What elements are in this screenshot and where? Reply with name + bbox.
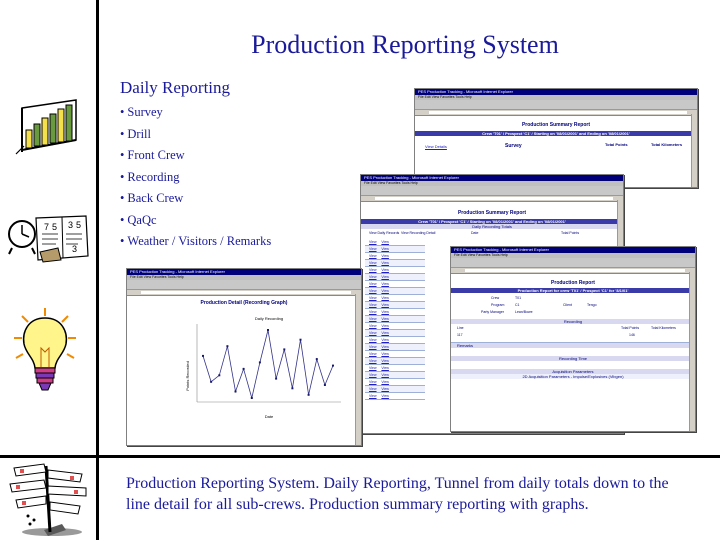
slide-title: Production Reporting System: [251, 30, 559, 59]
survey-section: Survey: [505, 143, 522, 149]
bottom-divider: [0, 455, 720, 458]
total-km-header: Total Kilometers: [651, 142, 683, 147]
table-row[interactable]: View View: [365, 323, 425, 330]
party-manager-value: Lean/Bowe: [515, 310, 533, 314]
table-row[interactable]: View View: [365, 281, 425, 288]
table-row[interactable]: View View: [365, 379, 425, 386]
graph-point: [226, 345, 229, 348]
scrollbar[interactable]: [691, 114, 697, 187]
kilometers-value: 146: [629, 333, 635, 337]
table-row[interactable]: View View: [365, 330, 425, 337]
address-bar: [127, 290, 361, 296]
table-row[interactable]: View View: [365, 365, 425, 372]
view-recording-detail-header: View Recording Detail: [401, 231, 436, 235]
total-points-header: Total Points: [561, 231, 580, 235]
graph-point: [283, 348, 286, 351]
table-row[interactable]: View View: [365, 288, 425, 295]
bullet-survey: • Survey: [120, 105, 163, 119]
svg-text:5: 5: [52, 222, 57, 232]
recording-graph-window: PES Production Tracking - Microsoft Inte…: [126, 268, 362, 446]
address-bar: [415, 110, 697, 116]
table-row[interactable]: View View: [365, 309, 425, 316]
line-value: 117: [457, 333, 463, 337]
daily-reporting-heading: Daily Reporting: [120, 78, 231, 97]
graph-point: [250, 397, 253, 399]
table-row[interactable]: View View: [365, 386, 425, 393]
table-row[interactable]: View View: [365, 239, 425, 246]
view-details-link[interactable]: View Details: [425, 144, 447, 149]
table-row[interactable]: View View: [365, 372, 425, 379]
graph-point: [323, 384, 326, 386]
table-row[interactable]: View View: [365, 351, 425, 358]
bullet-back-crew: • Back Crew: [120, 191, 184, 205]
browser-toolbar: [451, 258, 695, 268]
lightbulb-icon: [14, 308, 76, 391]
daily-rows: View View View View View View View View …: [365, 239, 425, 400]
graph-point: [258, 361, 261, 364]
total-points-header: Total Points: [605, 142, 628, 147]
table-row[interactable]: View View: [365, 267, 425, 274]
graph-point: [315, 358, 318, 361]
client-value: Tengo: [587, 303, 597, 307]
bullet-list: • Survey • Drill • Front Crew • Recording • B…: [120, 104, 271, 255]
bullet-qaqc: • QaQc: [120, 212, 157, 227]
svg-text:3: 3: [68, 220, 73, 230]
graph-point: [307, 393, 310, 396]
signpost-icon: [9, 463, 87, 536]
address-bar: [361, 196, 623, 202]
x-axis-label: Date: [265, 414, 274, 419]
crew-value: T01: [515, 296, 522, 300]
address-bar: [451, 268, 695, 274]
clock-book-icon: 7 5 3 5 3: [8, 215, 89, 263]
table-row[interactable]: View View: [365, 246, 425, 253]
program-value: C1: [515, 303, 520, 307]
table-row[interactable]: View View: [365, 344, 425, 351]
svg-text:7: 7: [44, 222, 49, 232]
bullet-drill: • Drill: [120, 126, 151, 141]
slide-caption: Production Reporting System. Daily Repor…: [126, 475, 669, 513]
recording-line-chart: Daily Recording Points Recorded Date: [185, 316, 341, 419]
bullet-recording: • Recording: [120, 169, 180, 184]
browser-toolbar: [127, 280, 361, 290]
graph-point: [332, 364, 334, 367]
graph-point: [242, 367, 245, 370]
table-row[interactable]: View View: [365, 337, 425, 344]
table-row[interactable]: View View: [365, 253, 425, 260]
graph-point: [275, 377, 278, 380]
table-row[interactable]: View View: [365, 295, 425, 302]
geo-params-band: 2D Acquisition Parameters - Impulse/Expl…: [451, 374, 695, 379]
table-row[interactable]: View View: [365, 302, 425, 309]
graph-point: [210, 380, 213, 383]
series-label: Daily Recording: [255, 316, 283, 321]
svg-text:3: 3: [72, 244, 77, 254]
table-row[interactable]: View View: [365, 393, 425, 400]
table-row[interactable]: View View: [365, 274, 425, 281]
view-daily-records-header: View Daily Records: [369, 231, 400, 235]
browser-toolbar: [415, 100, 697, 110]
crew-band: Crew 'T01' / Prospect 'C1' / Starting on…: [415, 131, 697, 136]
production-detail-window: PES Production Tracking - Microsoft Inte…: [450, 246, 696, 432]
bullet-front-crew: • Front Crew: [120, 148, 185, 162]
scrollbar[interactable]: [355, 294, 361, 445]
y-axis-label: Points Recorded: [185, 361, 190, 391]
graph-point: [291, 387, 294, 390]
scrollbar[interactable]: [689, 272, 695, 431]
graph-point: [299, 338, 302, 341]
left-divider: [96, 0, 99, 540]
bullet-weather: • Weather / Visitors / Remarks: [120, 234, 272, 248]
graph-point: [267, 329, 269, 331]
date-header: Date: [471, 231, 479, 235]
table-row[interactable]: View View: [365, 260, 425, 267]
graph-point: [218, 374, 221, 377]
graph-point: [202, 354, 204, 357]
svg-text:5: 5: [76, 220, 81, 230]
table-row[interactable]: View View: [365, 358, 425, 365]
table-row[interactable]: View View: [365, 316, 425, 323]
summary-report-window-back: PES Production Tracking - Microsoft Inte…: [414, 88, 698, 188]
graph-point: [234, 390, 237, 393]
recording-series-line: [202, 329, 334, 399]
browser-toolbar: [361, 186, 623, 196]
bar-chart-icon: [15, 99, 77, 155]
